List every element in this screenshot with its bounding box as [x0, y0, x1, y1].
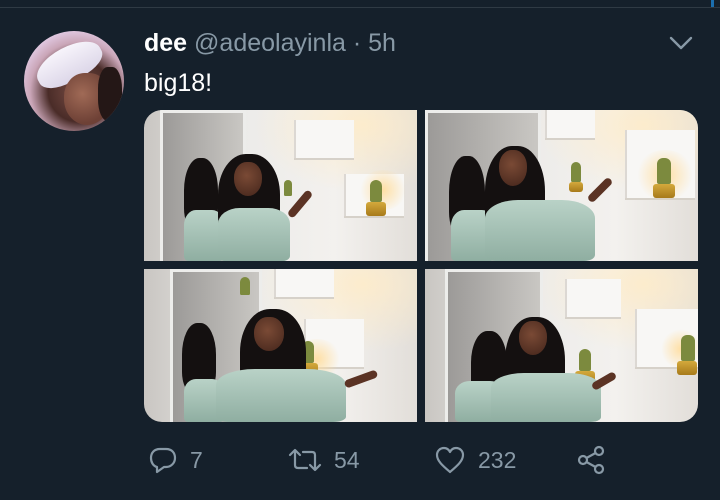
reply-count: 7 [190, 447, 203, 473]
media-grid [144, 110, 698, 422]
shelf [545, 110, 595, 140]
tweet-actions: 7 54 232 [144, 445, 624, 475]
heart-icon [434, 445, 466, 475]
photo-4[interactable] [425, 269, 698, 422]
avatar-hair [98, 67, 122, 121]
reply-button[interactable]: 7 [148, 445, 203, 475]
user-handle[interactable]: @adeolayinla [194, 29, 346, 57]
woman-face [499, 150, 527, 186]
photo-3[interactable] [144, 269, 417, 422]
pot [366, 202, 386, 216]
woman-face [234, 162, 262, 196]
woman-arm [586, 176, 614, 204]
scroll-indicator [711, 0, 714, 7]
header-separator: · [352, 29, 362, 57]
like-button[interactable]: 232 [434, 445, 516, 475]
woman-face [254, 317, 284, 351]
tweet-header: dee @adeolayinla · 5h [144, 28, 396, 58]
cactus [571, 162, 581, 182]
woman-arm [343, 369, 379, 389]
cactus [284, 180, 292, 196]
shelf [274, 269, 334, 299]
retweet-button[interactable]: 54 [288, 445, 360, 475]
cactus [240, 277, 250, 295]
display-name[interactable]: dee [144, 29, 187, 57]
cactus [579, 349, 591, 371]
photo-2[interactable] [425, 110, 698, 261]
tweet[interactable]: dee @adeolayinla · 5h big18! 7 54 232 [0, 9, 720, 500]
woman-outfit [216, 369, 346, 422]
retweet-count: 54 [334, 447, 360, 473]
photo-1[interactable] [144, 110, 417, 261]
share-button[interactable] [576, 445, 606, 475]
like-count: 232 [478, 447, 517, 473]
cactus [370, 180, 382, 202]
reply-icon [148, 445, 178, 475]
tweet-timestamp[interactable]: 5h [368, 29, 396, 57]
retweet-icon [288, 445, 322, 475]
woman-face [519, 321, 547, 355]
woman-outfit [485, 200, 595, 261]
cactus [681, 335, 695, 361]
avatar[interactable] [24, 31, 124, 131]
pot [569, 182, 583, 192]
cactus [657, 158, 671, 184]
top-divider [0, 0, 720, 8]
share-icon [576, 445, 606, 475]
woman-outfit [491, 373, 601, 422]
tweet-text: big18! [144, 69, 213, 97]
pot [677, 361, 697, 375]
woman-outfit [218, 208, 290, 261]
chevron-down-icon[interactable] [668, 34, 694, 52]
shelf [565, 279, 621, 319]
pot [653, 184, 675, 198]
shelf [294, 120, 354, 160]
